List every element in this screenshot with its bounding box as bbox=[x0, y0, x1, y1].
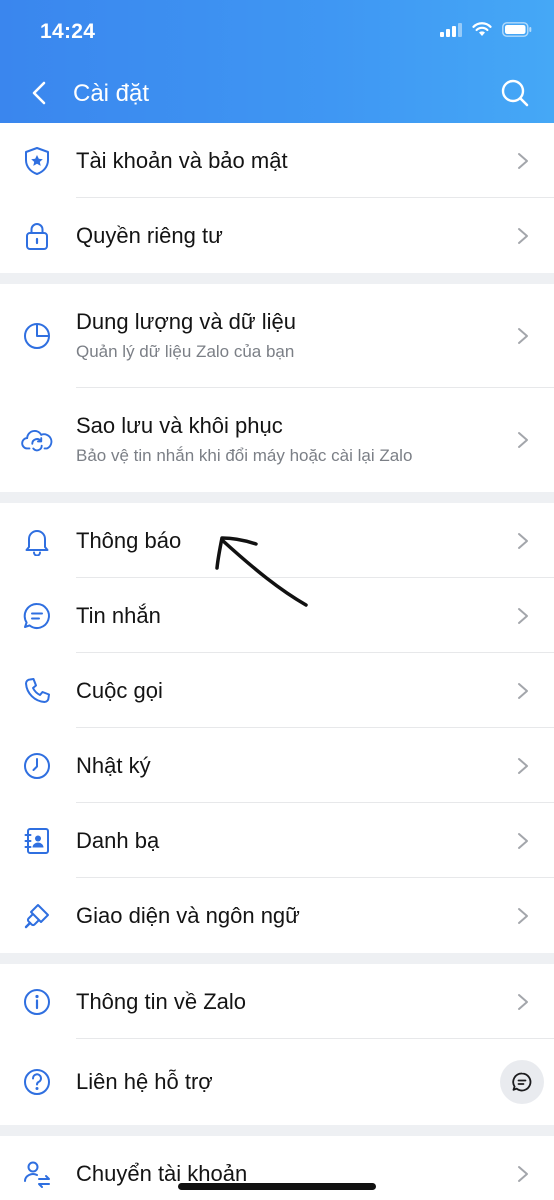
settings-item-description: Quản lý dữ liệu Zalo của bạn bbox=[76, 342, 295, 361]
wifi-icon bbox=[472, 22, 492, 42]
chevron-right-icon bbox=[518, 432, 528, 448]
page-title: Cài đặt bbox=[73, 80, 150, 107]
settings-item-label: Danh bạ bbox=[76, 827, 160, 853]
settings-item-label: Tin nhắn bbox=[76, 602, 161, 628]
group-separator bbox=[0, 953, 554, 964]
cloud-sync-icon bbox=[21, 424, 53, 456]
settings-item-label: Thông tin về Zalo bbox=[76, 988, 246, 1014]
settings-item-timeline[interactable]: Nhật ký bbox=[0, 728, 554, 803]
settings-item-backup-restore[interactable]: Sao lưu và khôi phục Bảo vệ tin nhắn khi… bbox=[0, 388, 554, 492]
chat-icon bbox=[21, 600, 53, 632]
settings-item-label: Cuộc gọi bbox=[76, 677, 163, 703]
help-icon bbox=[21, 1066, 53, 1098]
chevron-right-icon bbox=[518, 227, 528, 244]
settings-item-description: Bảo vệ tin nhắn khi đổi máy hoặc cài lại… bbox=[76, 446, 413, 465]
settings-item-storage[interactable]: Dung lượng và dữ liệu Quản lý dữ liệu Za… bbox=[0, 284, 554, 388]
contacts-icon bbox=[21, 825, 53, 857]
chevron-right-icon bbox=[518, 907, 528, 924]
settings-item-notifications[interactable]: Thông báo bbox=[0, 503, 554, 578]
chevron-right-icon bbox=[518, 152, 528, 169]
settings-item-label: Tài khoản và bảo mật bbox=[76, 147, 288, 173]
chevron-right-icon bbox=[518, 607, 528, 624]
chevron-right-icon bbox=[518, 532, 528, 549]
settings-item-contacts[interactable]: Danh bạ bbox=[0, 803, 554, 878]
chevron-left-icon bbox=[32, 81, 46, 105]
settings-item-contact-support[interactable]: Liên hệ hỗ trợ bbox=[0, 1039, 554, 1125]
chat-bubble-icon bbox=[512, 1072, 532, 1092]
info-icon bbox=[21, 986, 53, 1018]
settings-item-label: Liên hệ hỗ trợ bbox=[76, 1069, 213, 1094]
back-button[interactable] bbox=[22, 76, 56, 110]
shield-icon bbox=[21, 145, 53, 177]
chevron-right-icon bbox=[518, 757, 528, 774]
clock-icon bbox=[21, 750, 53, 782]
settings-item-label: Nhật ký bbox=[76, 752, 151, 778]
settings-item-about-zalo[interactable]: Thông tin về Zalo bbox=[0, 964, 554, 1039]
chevron-right-icon bbox=[518, 993, 528, 1010]
lock-icon bbox=[21, 220, 53, 252]
group-separator bbox=[0, 492, 554, 503]
header: 14:24 Cài đặt bbox=[0, 0, 554, 123]
brush-icon bbox=[21, 900, 53, 932]
settings-item-privacy[interactable]: Quyền riêng tư bbox=[0, 198, 554, 273]
support-chat-button[interactable] bbox=[500, 1060, 544, 1104]
status-bar: 14:24 bbox=[0, 0, 554, 62]
settings-item-calls[interactable]: Cuộc gọi bbox=[0, 653, 554, 728]
pie-chart-icon bbox=[21, 320, 53, 352]
chevron-right-icon bbox=[518, 832, 528, 849]
phone-icon bbox=[21, 675, 53, 707]
bell-icon bbox=[21, 525, 53, 557]
settings-item-appearance-language[interactable]: Giao diện và ngôn ngữ bbox=[0, 878, 554, 953]
settings-item-label: Dung lượng và dữ liệu bbox=[76, 309, 296, 334]
nav-bar: Cài đặt bbox=[0, 62, 554, 123]
status-icons bbox=[440, 22, 532, 42]
signal-icon bbox=[440, 22, 462, 42]
home-indicator[interactable] bbox=[178, 1183, 376, 1190]
search-icon bbox=[501, 79, 529, 107]
settings-item-messages[interactable]: Tin nhắn bbox=[0, 578, 554, 653]
settings-list: Tài khoản và bảo mật Quyền riêng tư Dung… bbox=[0, 123, 554, 1200]
battery-icon bbox=[502, 22, 532, 42]
settings-item-label: Quyền riêng tư bbox=[76, 222, 223, 248]
chevron-right-icon bbox=[518, 1165, 528, 1182]
settings-item-label: Thông báo bbox=[76, 527, 182, 553]
switch-account-icon bbox=[21, 1158, 53, 1190]
settings-item-label: Sao lưu và khôi phục bbox=[76, 413, 283, 438]
settings-item-label: Giao diện và ngôn ngữ bbox=[76, 902, 300, 928]
settings-item-account-security[interactable]: Tài khoản và bảo mật bbox=[0, 123, 554, 198]
group-separator bbox=[0, 1125, 554, 1136]
group-separator bbox=[0, 273, 554, 284]
chevron-right-icon bbox=[518, 682, 528, 699]
settings-item-switch-account[interactable]: Chuyển tài khoản bbox=[0, 1136, 554, 1200]
chevron-right-icon bbox=[518, 328, 528, 344]
search-button[interactable] bbox=[498, 76, 532, 110]
status-time: 14:24 bbox=[40, 20, 96, 43]
